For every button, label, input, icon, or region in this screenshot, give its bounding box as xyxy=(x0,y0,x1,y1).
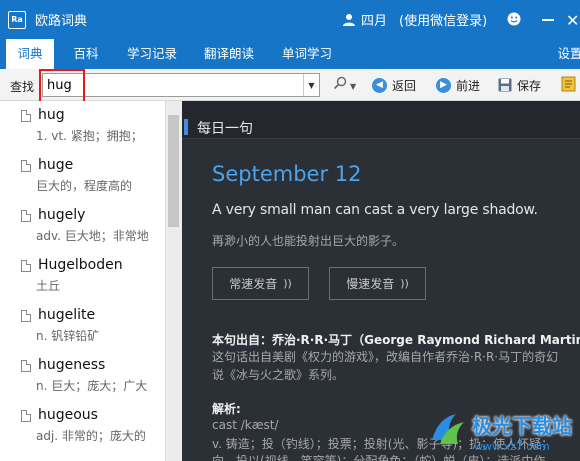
notebook-icon[interactable] xyxy=(561,76,577,92)
document-icon xyxy=(21,310,31,322)
floppy-disk-icon xyxy=(498,78,512,92)
list-item-word: huge xyxy=(38,157,74,173)
source-description-line: 说《冰与火之歌》系列。 xyxy=(212,368,345,382)
list-item[interactable]: hugeous adj. 非常的；庞大的 xyxy=(0,401,165,451)
toolbar: 查找 ▼ xyxy=(0,69,580,101)
analysis-line: cast /kæst/ xyxy=(212,418,279,432)
normal-speed-audio-button[interactable]: 常速发音 )) xyxy=(212,267,309,300)
sentence-chinese: 再渺小的人也能投射出巨大的影子。 xyxy=(212,234,405,248)
find-label: 查找 xyxy=(10,80,35,94)
list-item[interactable]: hugeness n. 巨大；庞大；广大 xyxy=(0,351,165,401)
app-title: 欧路词典 xyxy=(35,14,88,29)
app-logo-icon: Ra xyxy=(8,10,26,29)
document-icon xyxy=(21,160,31,172)
tab-study-record[interactable]: 学习记录 xyxy=(122,39,182,69)
list-item[interactable]: hugelite n. 钒锌铅矿 xyxy=(0,301,165,351)
sentence-date: September 12 xyxy=(212,162,362,186)
menu-bar: 词典 百科 学习记录 翻译朗读 单词学习 设置 xyxy=(0,39,580,69)
forward-button[interactable]: ▶ 前进 xyxy=(436,69,480,101)
header-accent-bar xyxy=(184,119,188,135)
tab-dictionary[interactable]: 词典 xyxy=(6,39,54,69)
tab-translate-read[interactable]: 翻译朗读 xyxy=(199,39,259,69)
close-icon[interactable]: ✕ xyxy=(566,11,579,30)
list-item[interactable]: hugely adv. 巨大地；非常地 xyxy=(0,201,165,251)
panel-title: 每日一句 xyxy=(197,121,253,137)
back-arrow-icon: ◀ xyxy=(372,77,387,93)
list-item-definition: adj. 非常的；庞大的 xyxy=(36,429,146,443)
tab-word-study[interactable]: 单词学习 xyxy=(277,39,337,69)
search-icon[interactable] xyxy=(333,76,347,90)
user-icon xyxy=(343,13,355,26)
minimize-icon[interactable] xyxy=(542,19,554,21)
search-options-dropdown-icon[interactable]: ▼ xyxy=(350,82,356,91)
smiley-icon[interactable] xyxy=(507,12,521,26)
wechat-login-link[interactable]: (使用微信登录) xyxy=(399,10,487,29)
list-item-word: Hugelboden xyxy=(38,257,123,273)
normal-speed-label: 常速发音 xyxy=(229,277,278,291)
watermark: 极光下载站 www.xz7.com xyxy=(428,408,580,461)
panel-header: 每日一句 xyxy=(182,101,580,139)
watermark-url: www.xz7.com xyxy=(474,440,550,453)
source-description-line: 这句话出自美剧《权力的游戏》，改编自作者乔治·R·R·马丁的奇幻 xyxy=(212,350,559,364)
list-item-definition: n. 钒锌铅矿 xyxy=(36,329,100,343)
list-item-definition: 土丘 xyxy=(36,279,61,293)
document-icon xyxy=(21,360,31,372)
back-label: 返回 xyxy=(392,78,417,93)
back-button[interactable]: ◀ 返回 xyxy=(372,69,416,101)
list-item-definition: n. 巨大；庞大；广大 xyxy=(36,379,148,393)
analysis-label: 解析: xyxy=(212,402,241,416)
list-item-word: hugeous xyxy=(38,407,98,423)
title-bar: Ra 欧路词典 四月 (使用微信登录) ✕ xyxy=(0,0,580,39)
sentence-source: 本句出自：乔治·R·R·马丁（George Raymond Richard Ma… xyxy=(212,333,580,347)
slow-speed-audio-button[interactable]: 慢速发音 )) xyxy=(329,267,426,300)
sentence-english: A very small man can cast a very large s… xyxy=(212,202,538,218)
document-icon xyxy=(21,410,31,422)
search-history-dropdown[interactable]: ▼ xyxy=(303,74,319,96)
forward-label: 前进 xyxy=(456,78,481,93)
document-icon xyxy=(21,110,31,122)
tab-settings[interactable]: 设置 xyxy=(553,39,580,69)
user-name[interactable]: 四月 xyxy=(361,10,387,29)
word-list: hug 1. vt. 紧抱；拥抱； huge 巨大的，程度高的 hugely a… xyxy=(0,101,165,461)
list-item[interactable]: hug 1. vt. 紧抱；拥抱； xyxy=(0,101,165,151)
document-icon xyxy=(21,260,31,272)
save-label: 保存 xyxy=(517,78,542,93)
slow-speed-label: 慢速发音 xyxy=(346,277,395,291)
sound-wave-icon: )) xyxy=(400,277,409,290)
daily-sentence-panel: 每日一句 September 12 A very small man can c… xyxy=(182,101,580,461)
list-item-definition: 巨大的，程度高的 xyxy=(36,179,133,193)
aurora-logo-icon xyxy=(432,414,464,444)
forward-arrow-icon: ▶ xyxy=(436,77,451,93)
list-item-definition: 1. vt. 紧抱；拥抱； xyxy=(36,129,143,143)
watermark-text: 极光下载站 xyxy=(472,414,572,438)
list-item[interactable]: Hugelboden 土丘 xyxy=(0,251,165,301)
user-area[interactable]: 四月 (使用微信登录) xyxy=(342,0,487,39)
tab-encyclopedia[interactable]: 百科 xyxy=(66,39,106,69)
search-input[interactable] xyxy=(47,76,301,94)
list-item-definition: adv. 巨大地；非常地 xyxy=(36,229,149,243)
annotation-highlight-box xyxy=(39,69,85,104)
list-item-word: hugely xyxy=(38,207,86,223)
save-button[interactable]: 保存 xyxy=(498,69,541,101)
sound-wave-icon: )) xyxy=(283,277,292,290)
chevron-down-icon: ▼ xyxy=(308,80,315,90)
list-item-word: hugeness xyxy=(38,357,106,373)
document-icon xyxy=(21,210,31,222)
word-list-scrollbar[interactable] xyxy=(165,101,182,461)
scrollbar-thumb[interactable] xyxy=(168,115,179,227)
list-item-word: hugelite xyxy=(38,307,96,323)
list-item-word: hug xyxy=(38,107,65,123)
list-item[interactable]: huge 巨大的，程度高的 xyxy=(0,151,165,201)
